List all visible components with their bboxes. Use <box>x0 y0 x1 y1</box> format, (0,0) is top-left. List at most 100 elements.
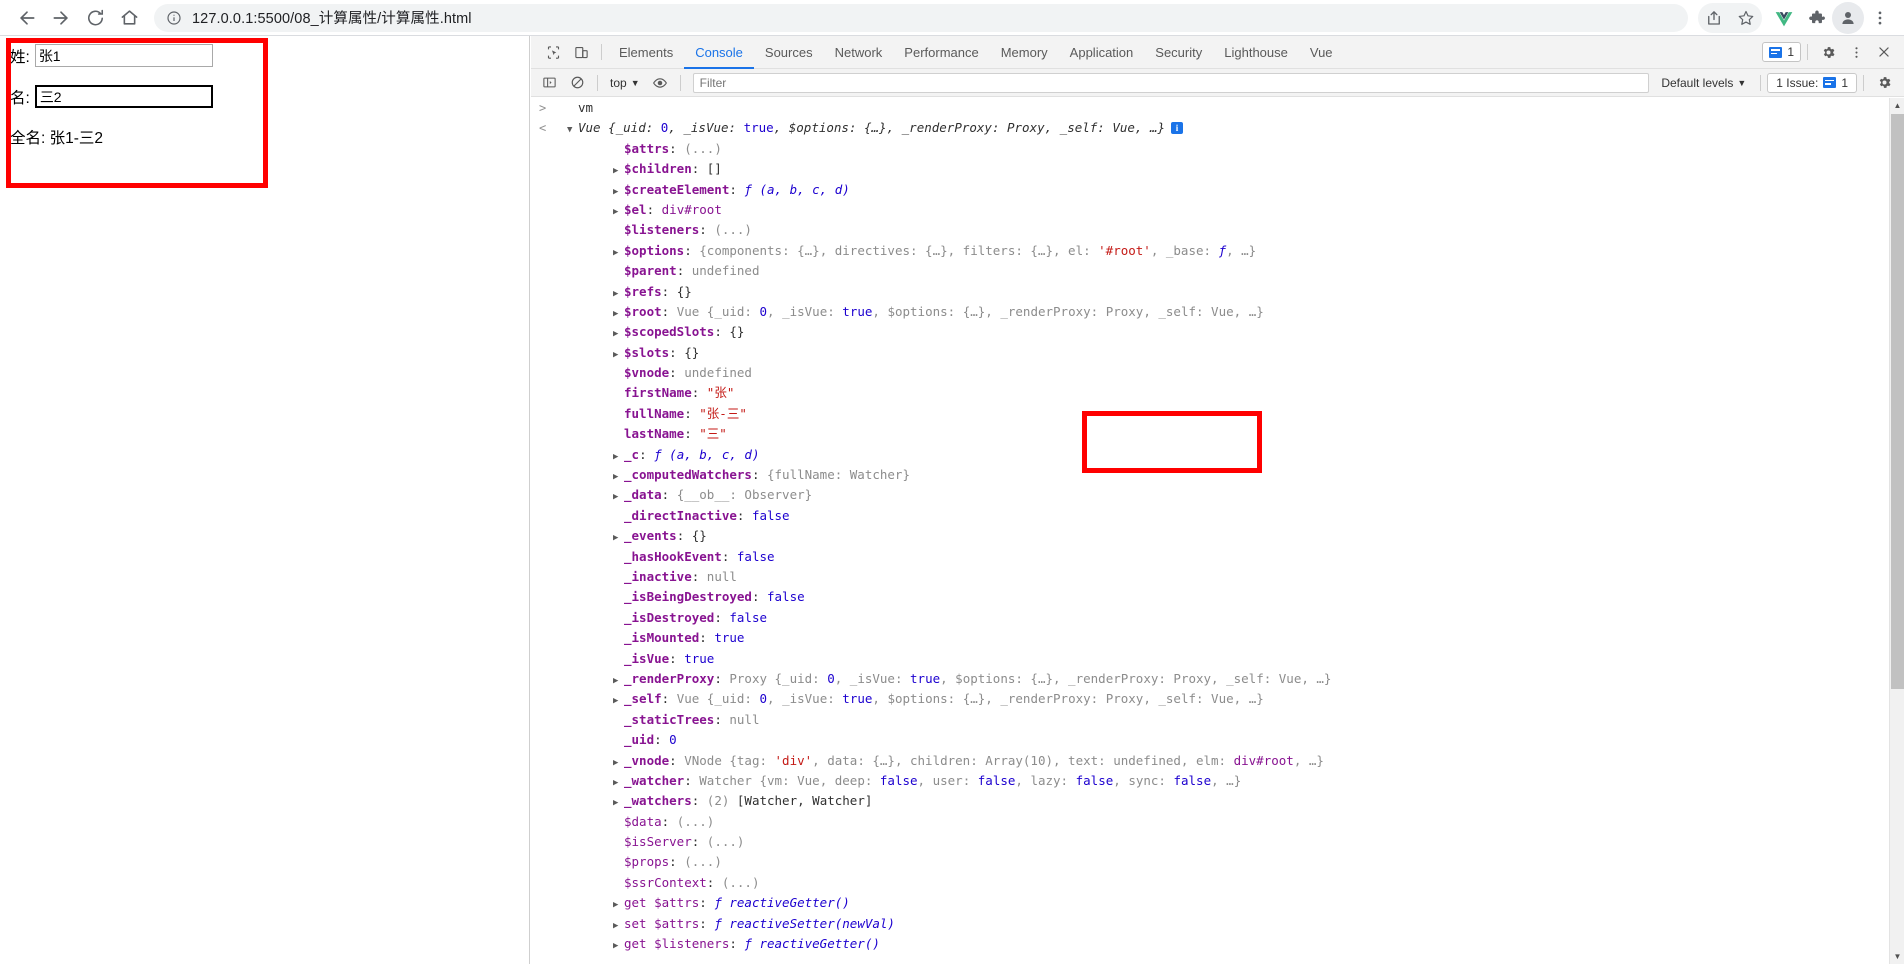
console-token: ƒ reactiveGetter() <box>744 936 880 952</box>
console-token: $root <box>624 303 662 319</box>
vue-devtools-icon[interactable] <box>1768 2 1800 34</box>
site-info-icon[interactable] <box>166 10 182 26</box>
console-token: 0 <box>827 670 835 686</box>
home-button[interactable] <box>112 1 146 35</box>
tab-security[interactable]: Security <box>1144 36 1213 69</box>
console-settings-gear-icon[interactable] <box>1870 70 1898 96</box>
tab-memory[interactable]: Memory <box>990 36 1059 69</box>
tab-sources[interactable]: Sources <box>754 36 824 69</box>
expand-triangle-icon[interactable]: ▶ <box>613 467 624 487</box>
expand-triangle-icon[interactable]: ▶ <box>613 202 624 222</box>
bookmark-star-icon[interactable] <box>1730 2 1762 34</box>
console-token: false <box>1173 772 1212 788</box>
expand-triangle-icon[interactable]: ▶ <box>613 936 624 956</box>
info-icon[interactable]: i <box>1171 122 1184 135</box>
console-token: false <box>879 772 918 788</box>
share-icon[interactable] <box>1698 2 1730 34</box>
devtools-tabbar: Elements Console Sources Network Perform… <box>531 36 1904 69</box>
expand-triangle-icon[interactable]: ▶ <box>613 753 624 773</box>
tab-performance[interactable]: Performance <box>893 36 989 69</box>
tab-application[interactable]: Application <box>1059 36 1145 69</box>
last-name-input[interactable] <box>34 85 213 108</box>
expand-triangle-icon[interactable]: ▶ <box>613 243 624 263</box>
expand-triangle-icon[interactable]: ▶ <box>613 528 624 548</box>
live-expression-eye-icon[interactable] <box>646 70 674 96</box>
console-token: , _isVue: <box>767 691 843 707</box>
kebab-menu-icon[interactable] <box>1842 39 1870 65</box>
gear-icon[interactable] <box>1814 39 1842 65</box>
expand-triangle-icon[interactable]: ▶ <box>613 182 624 202</box>
toolbar-divider <box>601 44 602 60</box>
back-button[interactable] <box>10 1 44 35</box>
expand-triangle-icon[interactable]: ▶ <box>613 916 624 936</box>
console-line: ▶_isBeingDestroyed: false <box>531 587 1890 607</box>
console-token: : <box>714 670 730 686</box>
console-token: , _isVue: <box>668 120 744 136</box>
expand-triangle-icon: ▶ <box>613 263 624 283</box>
console-line: ▶$ssrContext: (...) <box>531 873 1890 893</box>
issues-summary-button[interactable]: 1 Issue: 1 <box>1767 72 1857 93</box>
console-line: ▶ _c: ƒ (a, b, c, d) <box>531 445 1890 465</box>
expand-triangle-icon[interactable]: ▶ <box>613 671 624 691</box>
puzzle-extensions-icon[interactable] <box>1800 2 1832 34</box>
console-token: : <box>661 813 677 829</box>
console-context-selector[interactable]: top ▼ <box>604 73 646 93</box>
expand-triangle-icon[interactable]: ▶ <box>613 773 624 793</box>
tab-vue[interactable]: Vue <box>1299 36 1344 69</box>
console-token: ƒ (a, b, c, d) <box>654 446 760 462</box>
expand-triangle-icon[interactable]: ▶ <box>613 447 624 467</box>
console-token: (...) <box>676 813 715 829</box>
console-filter-input[interactable] <box>692 72 1650 93</box>
tab-lighthouse[interactable]: Lighthouse <box>1213 36 1299 69</box>
expand-triangle-icon[interactable]: ▶ <box>613 161 624 181</box>
console-line: ▶ _renderProxy: Proxy {_uid: 0, _isVue: t… <box>531 669 1890 689</box>
expand-triangle-icon[interactable]: ▶ <box>613 691 624 711</box>
chrome-menu-icon[interactable] <box>1864 2 1896 34</box>
first-name-label: 姓: <box>10 48 30 66</box>
expand-triangle-icon[interactable]: ▶ <box>613 895 624 915</box>
filterbar-divider-2 <box>679 74 681 91</box>
reload-button[interactable] <box>78 1 112 35</box>
tab-console[interactable]: Console <box>684 36 754 69</box>
expand-triangle-icon: ▶ <box>613 508 624 528</box>
issues-counter-button[interactable]: 1 <box>1762 42 1801 62</box>
console-token: fullName <box>624 405 685 421</box>
console-line: ▶_directInactive: false <box>531 506 1890 526</box>
console-token: $props <box>624 854 670 870</box>
profile-avatar-icon[interactable] <box>1832 1 1864 34</box>
expand-triangle-icon: ▶ <box>613 712 624 732</box>
console-token: 'div' <box>774 752 813 768</box>
forward-button[interactable] <box>44 1 78 35</box>
console-token: true <box>842 303 873 319</box>
last-name-row: 名: <box>10 85 529 108</box>
console-token: : <box>736 507 752 523</box>
clear-console-icon[interactable] <box>563 70 591 96</box>
first-name-input[interactable] <box>34 44 213 67</box>
scroll-up-arrow-icon[interactable]: ▲ <box>1890 98 1904 113</box>
console-sidebar-icon[interactable] <box>535 70 563 96</box>
close-icon[interactable] <box>1870 39 1898 65</box>
collapse-triangle-icon[interactable]: ▼ <box>567 120 578 140</box>
expand-triangle-icon[interactable]: ▶ <box>613 324 624 344</box>
device-toolbar-icon[interactable] <box>567 39 595 65</box>
expand-triangle-icon: ▶ <box>613 549 624 569</box>
expand-triangle-icon[interactable]: ▶ <box>613 304 624 324</box>
expand-triangle-icon[interactable]: ▶ <box>613 284 624 304</box>
expand-triangle-icon[interactable]: ▶ <box>613 793 624 813</box>
inspect-element-icon[interactable] <box>539 39 567 65</box>
console-token: $slots <box>624 344 670 360</box>
console-line: ▶ get $listeners: ƒ reactiveGetter() <box>531 934 1890 954</box>
expand-triangle-icon[interactable]: ▶ <box>613 345 624 365</box>
tab-elements[interactable]: Elements <box>608 36 684 69</box>
console-log-level-selector[interactable]: Default levels ▼ <box>1653 76 1754 90</box>
console-output[interactable]: >▶vm<▼Vue {_uid: 0, _isVue: true, $optio… <box>531 98 1904 964</box>
console-token: : {} <box>669 344 700 360</box>
tab-network[interactable]: Network <box>824 36 894 69</box>
console-token: : <box>669 140 685 156</box>
address-bar[interactable]: 127.0.0.1:5500/08_计算属性/计算属性.html <box>154 3 1688 32</box>
scroll-down-arrow-icon[interactable]: ▼ <box>1890 949 1904 964</box>
console-token: $scopedSlots <box>624 324 715 340</box>
scrollbar-thumb[interactable] <box>1891 114 1904 689</box>
expand-triangle-icon[interactable]: ▶ <box>613 487 624 507</box>
console-scrollbar[interactable]: ▲ ▼ <box>1889 98 1904 964</box>
